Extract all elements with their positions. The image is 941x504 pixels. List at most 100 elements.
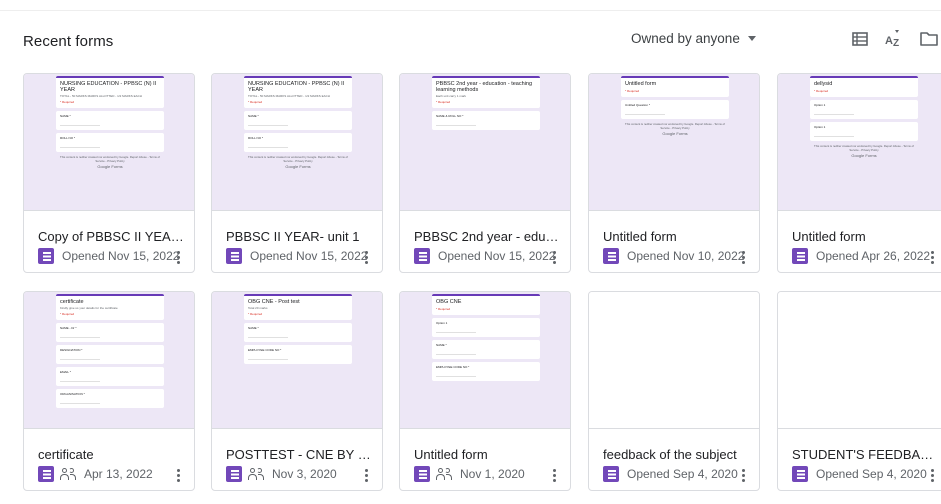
preview-footer: This content is neither created nor endo…: [60, 155, 160, 163]
preview-question-label: NAME *: [436, 343, 447, 347]
form-card[interactable]: NURSING EDUCATION - PPBSC (N) II YEAR TOT…: [211, 73, 383, 273]
more-options-icon[interactable]: [737, 468, 749, 484]
form-preview: dellysid * Required Option 1 Option 1 This c…: [810, 76, 918, 158]
sort-az-icon[interactable]: A Z: [884, 29, 904, 49]
preview-question: NAME *: [244, 111, 352, 130]
form-date: Opened Sep 4, 2020: [627, 467, 738, 481]
preview-header: PBBSC 2nd year - education - teaching le…: [432, 76, 540, 108]
form-card[interactable]: Untitled form * Required Untitled Question…: [588, 73, 760, 273]
preview-answer-line: [436, 376, 476, 377]
more-options-icon[interactable]: [172, 468, 184, 484]
form-preview: OBG CNE * Required Option 1 NAME * EMPLOYEE …: [432, 294, 540, 384]
form-card-info: Copy of PBBSC II YEAR- p... Opened Nov 15…: [24, 212, 194, 272]
preview-answer-line: [60, 125, 100, 126]
form-preview: NURSING EDUCATION - PPBSC (N) II YEAR TOT…: [56, 76, 164, 169]
form-card-info: certificate Apr 13, 2022: [24, 430, 194, 490]
preview-subtitle: Kindly give us your details for the cert…: [60, 306, 118, 310]
form-card[interactable]: STUDENT'S FEEDBACK F... Opened Sep 4, 202…: [777, 291, 941, 491]
form-card[interactable]: certificate Kindly give us your details f…: [23, 291, 195, 491]
preview-subtitle: Each unit carry 1 mark: [436, 94, 467, 98]
form-card-info: PBBSC II YEAR- unit 1 Opened Nov 15, 2022: [212, 212, 382, 272]
more-options-icon[interactable]: [172, 250, 184, 266]
form-thumbnail[interactable]: [778, 292, 941, 429]
form-thumbnail[interactable]: PBBSC 2nd year - education - teaching le…: [400, 74, 570, 211]
preview-answer-line: [436, 332, 476, 333]
form-card[interactable]: PBBSC 2nd year - education - teaching le…: [399, 73, 571, 273]
preview-question-label: EMPLOYEE CODE NO *: [436, 365, 470, 369]
more-options-icon[interactable]: [737, 250, 749, 266]
preview-question-label: Option 1: [814, 125, 826, 129]
preview-question: ROLL NO *: [56, 133, 164, 152]
more-options-icon[interactable]: [360, 468, 372, 484]
shared-people-icon: [248, 467, 264, 481]
form-title: Untitled form: [792, 229, 866, 244]
form-card-info: POSTTEST - CNE BY OBG ... Nov 3, 2020: [212, 430, 382, 490]
form-preview: NURSING EDUCATION - PPBSC (N) II YEAR TOT…: [244, 76, 352, 169]
preview-question-label: NAME & ROLL NO *: [436, 114, 464, 118]
more-options-icon[interactable]: [360, 250, 372, 266]
form-title: feedback of the subject: [603, 447, 737, 462]
preview-brand: Google Forms: [662, 131, 688, 136]
form-thumbnail[interactable]: certificate Kindly give us your details f…: [24, 292, 194, 429]
more-options-icon[interactable]: [926, 250, 938, 266]
form-thumbnail[interactable]: OBG CNE - Post test Total 20 marks * Requi…: [212, 292, 382, 429]
form-card[interactable]: feedback of the subject Opened Sep 4, 202…: [588, 291, 760, 491]
form-thumbnail[interactable]: [589, 292, 759, 429]
caret-down-icon: [747, 36, 756, 41]
owner-filter-label: Owned by anyone: [631, 31, 740, 46]
preview-header: NURSING EDUCATION - PPBSC (N) II YEAR TOT…: [244, 76, 352, 108]
section-title: Recent forms: [23, 33, 114, 50]
preview-required: * Required: [436, 100, 451, 104]
form-preview: Untitled form * Required Untitled Question…: [621, 76, 729, 136]
form-title: Copy of PBBSC II YEAR- p...: [38, 229, 188, 244]
preview-question-label: Option 1: [814, 103, 826, 107]
preview-question: EMPLOYEE CODE NO *: [432, 362, 540, 381]
form-date: Opened Nov 15, 2022: [62, 249, 180, 263]
form-date: Opened Nov 10, 2022: [627, 249, 745, 263]
form-meta: Opened Nov 15, 2022: [414, 246, 555, 266]
preview-question-label: EMPLOYEE CODE NO *: [248, 348, 282, 352]
form-thumbnail[interactable]: NURSING EDUCATION - PPBSC (N) II YEAR TOT…: [24, 74, 194, 211]
shared-people-icon: [436, 467, 452, 481]
preview-answer-line: [60, 337, 100, 338]
form-thumbnail[interactable]: dellysid * Required Option 1 Option 1 This c…: [778, 74, 941, 211]
preview-answer-line: [248, 147, 288, 148]
form-card[interactable]: OBG CNE - Post test Total 20 marks * Requi…: [211, 291, 383, 491]
google-forms-icon: [226, 248, 242, 264]
preview-heading: Untitled form: [625, 81, 657, 87]
preview-answer-line: [436, 125, 476, 126]
form-preview: certificate Kindly give us your details f…: [56, 294, 164, 411]
folder-icon[interactable]: [919, 29, 939, 49]
preview-header: NURSING EDUCATION - PPBSC (N) II YEAR TOT…: [56, 76, 164, 108]
form-date: Opened Apr 26, 2022: [816, 249, 931, 263]
form-card[interactable]: NURSING EDUCATION - PPBSC (N) II YEAR TOT…: [23, 73, 195, 273]
preview-question: NAME *: [432, 340, 540, 359]
preview-header: Untitled form * Required: [621, 76, 729, 97]
form-thumbnail[interactable]: NURSING EDUCATION - PPBSC (N) II YEAR TOT…: [212, 74, 382, 211]
form-card[interactable]: OBG CNE * Required Option 1 NAME * EMPLOYEE …: [399, 291, 571, 491]
form-date: Opened Sep 4, 2020: [816, 467, 927, 481]
form-thumbnail[interactable]: OBG CNE * Required Option 1 NAME * EMPLOYEE …: [400, 292, 570, 429]
form-thumbnail[interactable]: Untitled form * Required Untitled Question…: [589, 74, 759, 211]
form-card[interactable]: dellysid * Required Option 1 Option 1 This c…: [777, 73, 941, 273]
owner-filter-dropdown[interactable]: Owned by anyone: [631, 31, 756, 46]
google-forms-icon: [414, 466, 430, 482]
google-forms-icon: [38, 466, 54, 482]
preview-question: NAME *: [56, 111, 164, 130]
preview-question-label: ORGANISATION *: [60, 392, 85, 396]
google-forms-icon: [414, 248, 430, 264]
more-options-icon[interactable]: [548, 250, 560, 266]
more-options-icon[interactable]: [548, 468, 560, 484]
preview-required: * Required: [814, 89, 829, 93]
preview-brand: Google Forms: [97, 164, 123, 169]
preview-footer: This content is neither created nor endo…: [625, 122, 725, 130]
more-options-icon[interactable]: [926, 468, 938, 484]
list-view-icon[interactable]: [850, 29, 870, 49]
form-title: Untitled form: [414, 447, 488, 462]
form-title: certificate: [38, 447, 94, 462]
preview-footer: This content is neither created nor endo…: [248, 155, 348, 163]
form-card-info: Untitled form Opened Apr 26, 2022: [778, 212, 941, 272]
preview-question: ROLL NO *: [244, 133, 352, 152]
form-date: Nov 1, 2020: [460, 467, 525, 481]
form-date: Opened Nov 15, 2022: [438, 249, 556, 263]
